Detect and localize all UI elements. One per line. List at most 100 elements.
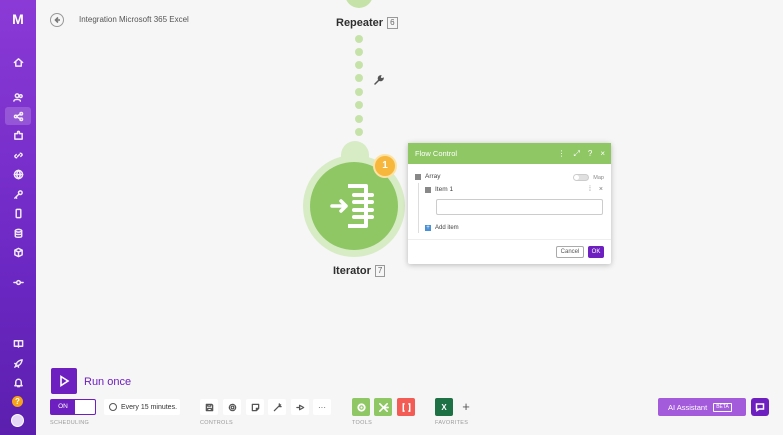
dialog-title: Flow Control	[415, 149, 458, 158]
sidebar: M ?	[0, 0, 36, 435]
route-dot	[355, 88, 363, 96]
iterator-name: Iterator	[333, 265, 371, 277]
repeater-id: 6	[387, 17, 398, 30]
ai-chat-button[interactable]	[751, 398, 769, 416]
route-dot	[355, 61, 363, 69]
save-icon	[205, 403, 213, 411]
tool-json[interactable]	[397, 398, 415, 416]
schedule-setting[interactable]: Every 15 minutes.	[104, 399, 180, 415]
favorite-excel[interactable]: X	[435, 398, 453, 416]
notes-button[interactable]	[246, 399, 264, 415]
home-icon[interactable]	[8, 53, 28, 71]
auto-align-button[interactable]	[268, 399, 286, 415]
flow-control-dialog: Flow Control ⋮ ⤢ ? × Array Map Item 1 ⁞ …	[408, 143, 611, 264]
settings-button[interactable]	[223, 399, 241, 415]
route-dot	[355, 35, 363, 43]
collapse-item-icon[interactable]	[425, 186, 431, 193]
dialog-header: Flow Control ⋮ ⤢ ? ×	[408, 143, 611, 164]
brackets-icon	[402, 402, 410, 412]
more-options-icon[interactable]: ⋮	[557, 143, 565, 164]
ai-assistant-button[interactable]: AI Assistant BETA	[658, 398, 746, 416]
beta-badge: BETA	[713, 402, 732, 412]
iterator-icon	[330, 184, 374, 228]
dialog-divider	[408, 239, 611, 240]
route-dot	[355, 115, 363, 123]
item-actions: ⁞ ×	[589, 186, 603, 193]
flow-arrow-icon	[295, 404, 304, 410]
flow-icon[interactable]	[8, 273, 28, 291]
ok-button[interactable]: OK	[588, 246, 604, 258]
more-icon: ···	[318, 402, 326, 412]
users-icon[interactable]	[8, 88, 28, 106]
device-icon[interactable]	[8, 204, 28, 222]
puzzle-icon[interactable]	[8, 126, 28, 144]
help-icon[interactable]: ?	[12, 396, 23, 407]
explain-flow-button[interactable]	[291, 399, 309, 415]
scenario-title[interactable]: Integration Microsoft 365 Excel	[79, 15, 189, 24]
more-button[interactable]: ···	[313, 399, 331, 415]
schedule-text: Every 15 minutes.	[121, 403, 178, 411]
controls-group-label: CONTROLS	[200, 420, 233, 426]
map-toggle[interactable]: Map	[573, 174, 604, 181]
route-dot	[355, 74, 363, 82]
wrench-icon[interactable]	[373, 74, 385, 86]
close-icon[interactable]: ×	[600, 143, 605, 164]
clock-icon	[109, 403, 117, 411]
tools-group-label: TOOLS	[352, 420, 373, 426]
rocket-icon[interactable]	[8, 354, 28, 372]
globe-icon[interactable]	[8, 165, 28, 183]
scheduling-toggle[interactable]: ON	[50, 399, 96, 415]
help-icon[interactable]: ?	[588, 143, 592, 164]
book-icon[interactable]	[8, 334, 28, 352]
magic-wand-icon	[273, 402, 282, 411]
array-label: Array	[425, 173, 441, 180]
repeater-module[interactable]	[345, 0, 373, 8]
make-logo[interactable]: M	[8, 10, 28, 28]
share-icon[interactable]	[8, 107, 28, 125]
item-1-row[interactable]: Item 1	[425, 186, 453, 193]
scheduling-group-label: SCHEDULING	[50, 420, 90, 426]
toggle-on-label: ON	[51, 400, 75, 414]
play-icon	[60, 375, 70, 387]
tree-line	[418, 183, 419, 233]
remove-item-icon[interactable]: ×	[599, 186, 603, 193]
cancel-button[interactable]: Cancel	[556, 246, 584, 258]
collapse-icon[interactable]	[415, 173, 421, 180]
box-icon[interactable]	[8, 243, 28, 261]
route-dot	[355, 128, 363, 136]
router-icon	[378, 402, 389, 412]
add-favorite-button[interactable]: +	[460, 400, 472, 414]
back-button[interactable]	[50, 13, 64, 27]
map-label: Map	[593, 174, 604, 181]
expand-icon[interactable]: ⤢	[573, 143, 579, 164]
gear-icon	[228, 403, 236, 411]
run-once-label[interactable]: Run once	[84, 376, 131, 388]
tool-router[interactable]	[374, 398, 392, 416]
iterator-id: 7	[374, 265, 386, 278]
add-item-button[interactable]: + Add item	[425, 225, 459, 231]
operation-count-badge[interactable]: 1	[373, 154, 397, 178]
tool-flow-control[interactable]	[352, 398, 370, 416]
plus-icon: +	[425, 225, 431, 231]
iterator-label: Iterator 7	[333, 265, 386, 278]
route-dot	[355, 101, 363, 109]
user-avatar[interactable]	[11, 414, 24, 427]
database-icon[interactable]	[8, 224, 28, 242]
gear-tool-icon	[356, 402, 366, 412]
drag-handle-icon[interactable]: ⁞	[589, 186, 591, 193]
link-icon[interactable]	[8, 146, 28, 164]
favorites-group-label: FAVORITES	[435, 420, 469, 426]
save-button[interactable]	[200, 399, 218, 415]
key-icon[interactable]	[8, 185, 28, 203]
run-once-button[interactable]	[51, 368, 77, 394]
ai-assistant-label: AI Assistant	[668, 402, 708, 412]
repeater-name: Repeater	[336, 17, 384, 29]
item-1-label: Item 1	[435, 186, 454, 193]
map-switch[interactable]	[573, 174, 590, 181]
repeater-label: Repeater 6	[336, 17, 398, 30]
array-field[interactable]: Array	[415, 173, 441, 180]
arrow-left-icon	[54, 16, 60, 24]
bell-icon[interactable]	[8, 373, 28, 391]
note-icon	[251, 403, 259, 411]
item-1-input[interactable]	[436, 199, 603, 215]
